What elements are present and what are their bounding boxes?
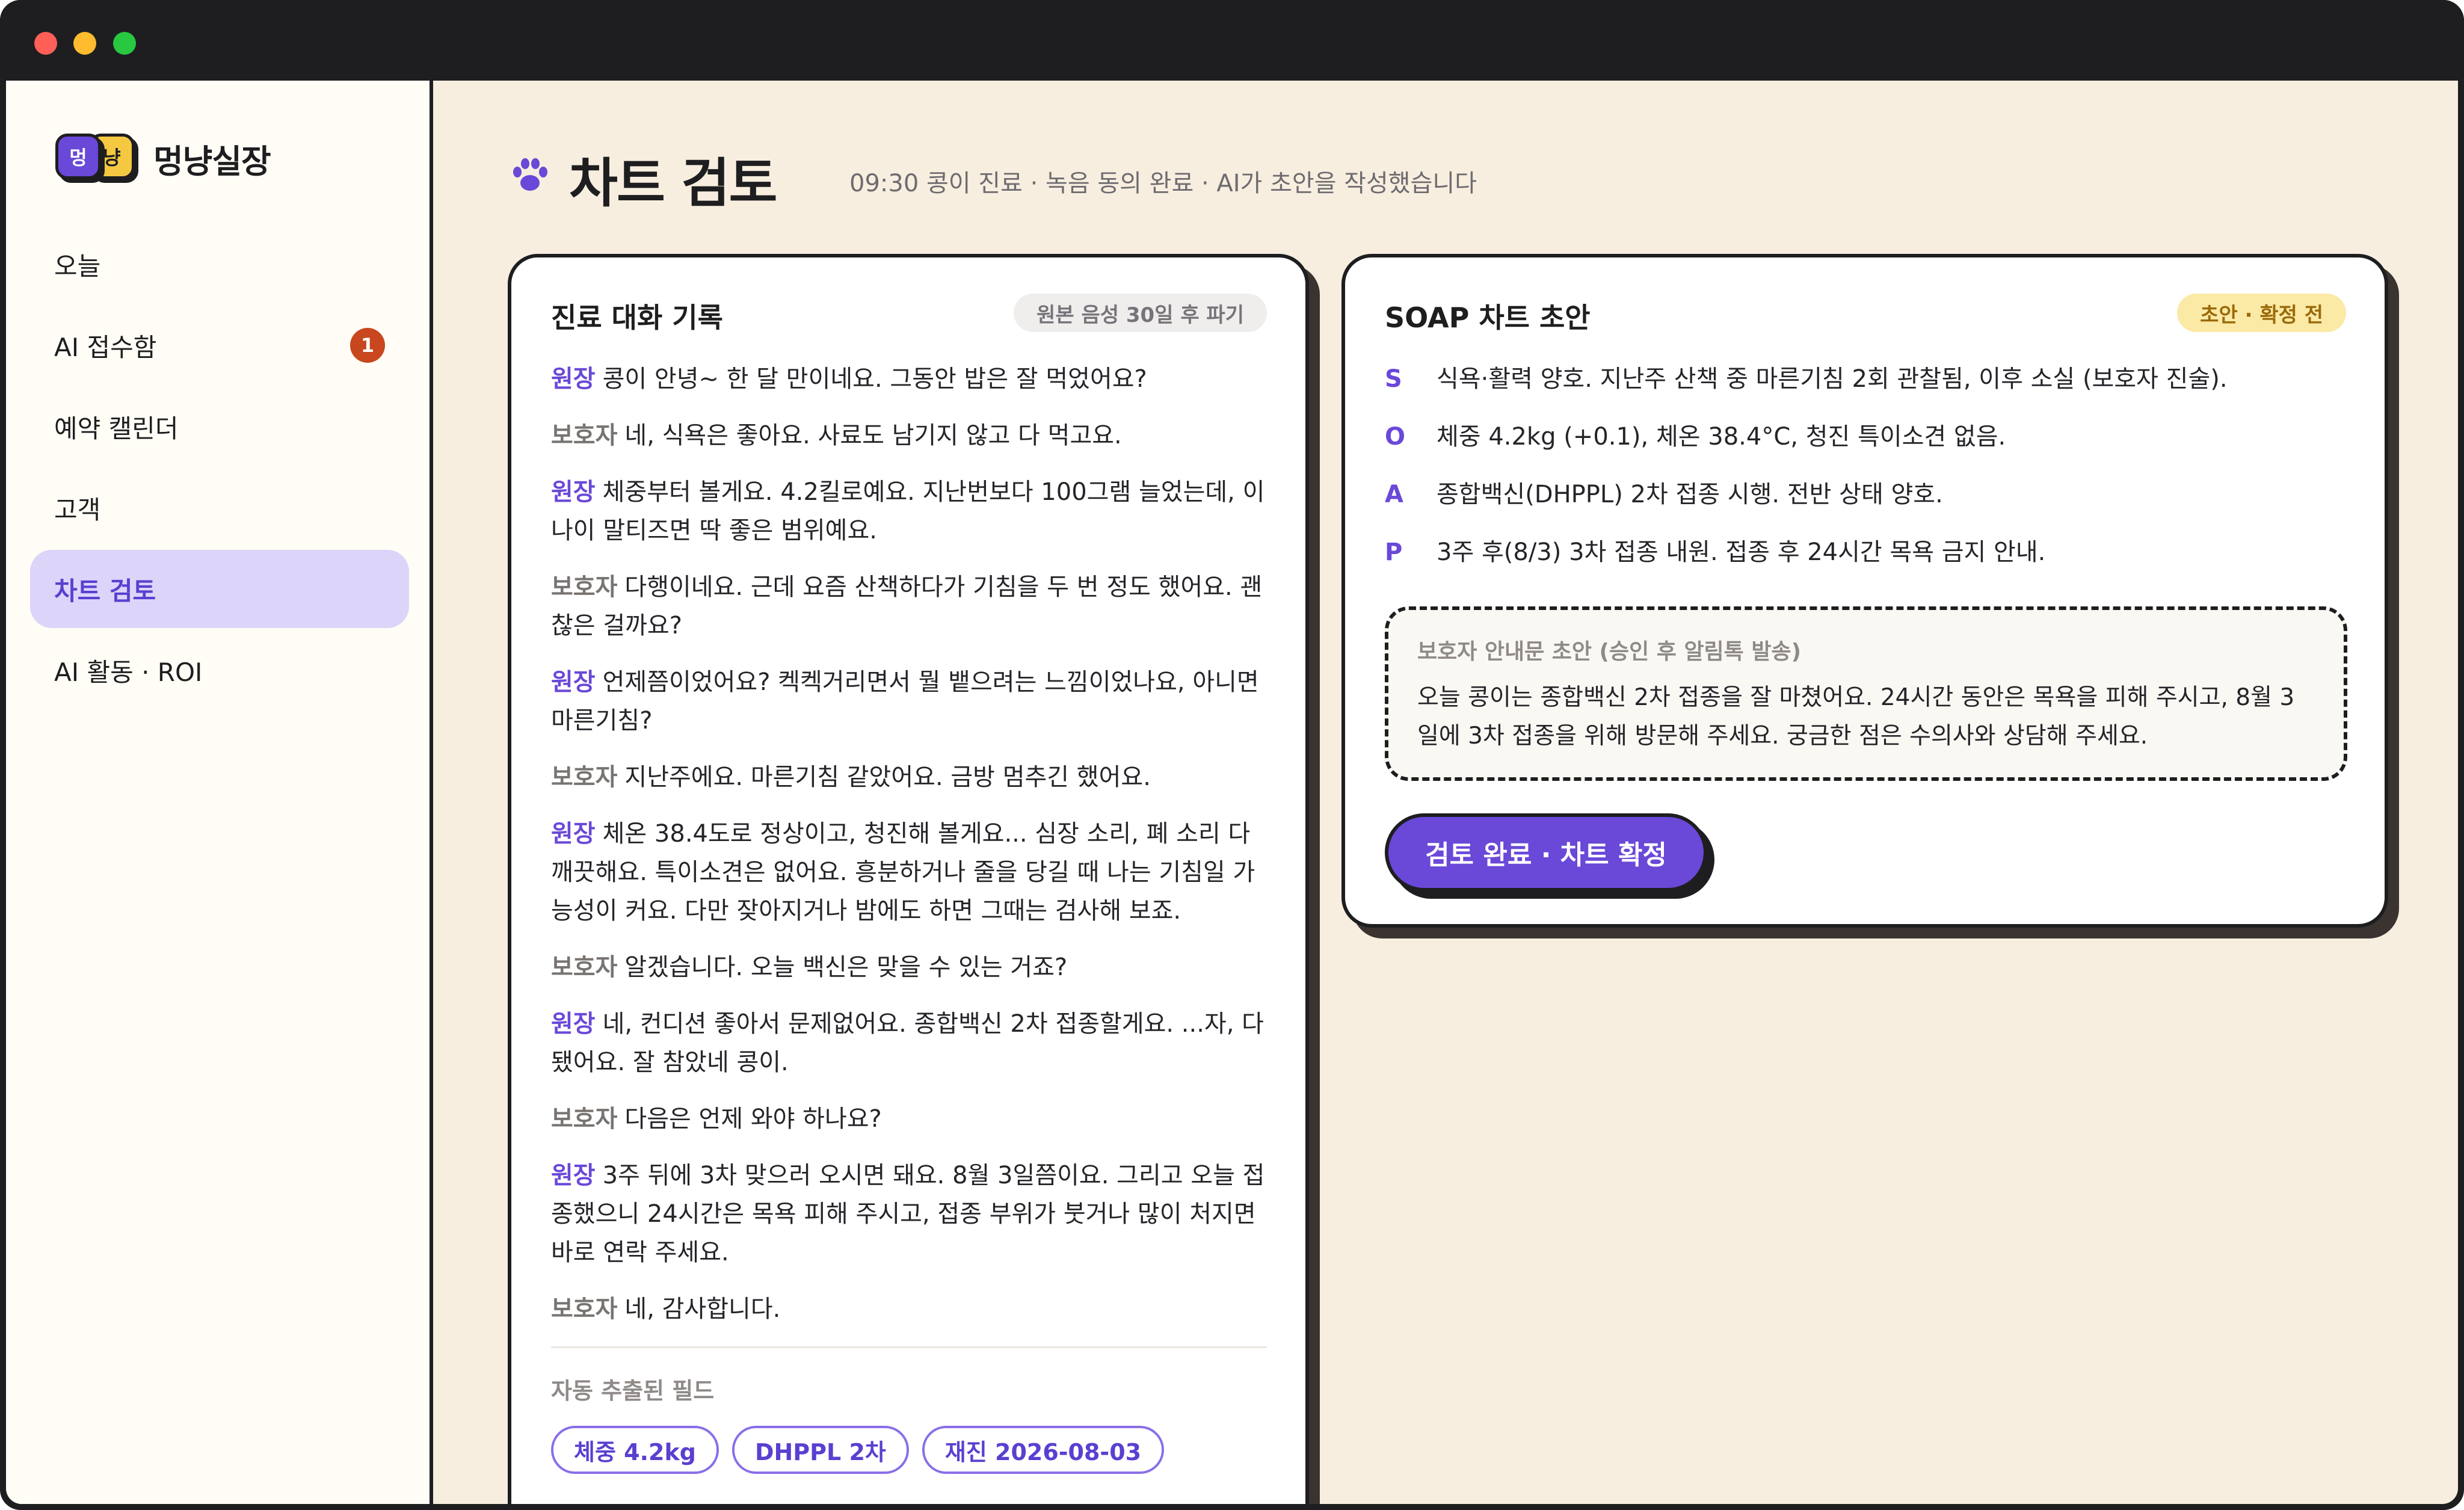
transcript-line: 보호자 지난주에요. 마른기침 같았어요. 금방 멈추긴 했어요. (551, 758, 1267, 797)
tag-weight[interactable]: 체중 4.2kg (551, 1426, 719, 1474)
draft-status-badge: 초안 · 확정 전 (2177, 294, 2346, 332)
sidebar-item-today[interactable]: 오늘 (30, 225, 409, 303)
speaker-label: 원장 (551, 820, 596, 848)
transcript-title: 진료 대화 기록 (551, 301, 723, 334)
sidebar-item-label: 차트 검토 (54, 576, 156, 606)
speaker-label: 보호자 (551, 1105, 618, 1133)
transcript-list: 원장 콩이 안녕~ 한 달 만이네요. 그동안 밥은 잘 먹었어요? 보호자 네, … (551, 360, 1267, 1474)
utterance-text: 체온 38.4도로 정상이고, 청진해 볼게요... 심장 소리, 폐 소리 다… (551, 820, 1255, 925)
transcript-line: 보호자 다행이네요. 근데 요즘 산책하다가 기침을 두 번 정도 했어요. 괜찮… (551, 568, 1267, 645)
sidebar-item-ai-inbox[interactable]: AI 접수함 1 (30, 306, 409, 384)
guardian-notice-label: 보호자 안내문 초안 (승인 후 알림톡 발송) (1417, 639, 1802, 664)
soap-letter: O (1385, 423, 1406, 451)
paw-icon (513, 158, 547, 191)
sidebar-item-chart-review[interactable]: 차트 검토 (30, 550, 409, 628)
speaker-label: 원장 (551, 1010, 596, 1038)
transcript-card: 진료 대화 기록 원본 음성 30일 후 파기 원장 콩이 안녕~ 한 달 만이네… (508, 254, 1309, 1504)
logo-badge-dog: 멍 (55, 134, 101, 179)
speaker-label: 보호자 (551, 1295, 618, 1323)
soap-text: 3주 후(8/3) 3차 접종 내원. 접종 후 24시간 목욕 금지 안내. (1437, 538, 2046, 566)
speaker-label: 원장 (551, 668, 596, 696)
soap-letter: P (1385, 538, 1403, 566)
utterance-text: 언제쯤이었어요? 켁켁거리면서 뭘 뱉으려는 느낌이었나요, 아니면 마른기침? (551, 668, 1259, 735)
utterance-text: 콩이 안녕~ 한 달 만이네요. 그동안 밥은 잘 먹었어요? (602, 365, 1147, 393)
utterance-text: 다음은 언제 와야 하나요? (624, 1105, 882, 1133)
utterance-text: 네, 감사합니다. (624, 1295, 781, 1323)
soap-row-objective: O 체중 4.2kg (+0.1), 체온 38.4°C, 청진 특이소견 없음… (1385, 418, 2353, 456)
utterance-text: 3주 뒤에 3차 맞으러 오시면 돼요. 8월 3일쯤이요. 그리고 오늘 접종… (551, 1162, 1265, 1266)
transcript-line: 보호자 네, 감사합니다. (551, 1290, 1267, 1328)
sidebar-item-label: 오늘 (54, 251, 101, 281)
transcript-line: 보호자 네, 식욕은 좋아요. 사료도 남기지 않고 다 먹고요. (551, 416, 1267, 455)
soap-row-subjective: S 식욕·활력 양호. 지난주 산책 중 마른기침 2회 관찰됨, 이후 소실 … (1385, 360, 2353, 398)
sidebar-item-calendar[interactable]: 예약 캘린더 (30, 387, 409, 466)
extracted-tags: 체중 4.2kg DHPPL 2차 재진 2026-08-03 (551, 1426, 1267, 1474)
soap-text: 종합백신(DHPPL) 2차 접종 시행. 전반 상태 양호. (1437, 481, 1943, 508)
sidebar-item-label: AI 활동 · ROI (54, 657, 203, 687)
speaker-label: 보호자 (551, 573, 618, 601)
tag-revisit[interactable]: 재진 2026-08-03 (922, 1426, 1165, 1474)
soap-title: SOAP 차트 초안 (1385, 301, 1591, 334)
page-title: 차트 검토 (569, 152, 777, 214)
speaker-label: 원장 (551, 365, 596, 393)
page-subtitle: 09:30 콩이 진료 · 녹음 동의 완료 · AI가 초안을 작성했습니다 (849, 170, 1477, 197)
soap-list: S 식욕·활력 양호. 지난주 산책 중 마른기침 2회 관찰됨, 이후 소실 … (1385, 360, 2353, 591)
maximize-window-button[interactable] (113, 32, 136, 55)
transcript-line: 원장 네, 컨디션 좋아서 문제없어요. 종합백신 2차 접종할게요. ...자,… (551, 1005, 1267, 1082)
minimize-window-button[interactable] (73, 32, 96, 55)
sidebar-item-customers[interactable]: 고객 (30, 469, 409, 547)
speaker-label: 보호자 (551, 954, 618, 981)
soap-row-plan: P 3주 후(8/3) 3차 접종 내원. 접종 후 24시간 목욕 금지 안내… (1385, 533, 2353, 572)
speaker-label: 원장 (551, 1162, 596, 1189)
utterance-text: 다행이네요. 근데 요즘 산책하다가 기침을 두 번 정도 했어요. 괜찮은 걸… (551, 573, 1263, 639)
soap-letter: S (1385, 365, 1402, 393)
transcript-line: 원장 체중부터 볼게요. 4.2킬로예요. 지난번보다 100그램 늘었는데, 이… (551, 473, 1267, 550)
soap-text: 식욕·활력 양호. 지난주 산책 중 마른기침 2회 관찰됨, 이후 소실 (보… (1437, 365, 2228, 393)
notification-badge: 1 (350, 328, 385, 363)
sidebar-item-label: AI 접수함 (54, 332, 157, 362)
app-window: 멍 냥 멍냥실장 오늘 AI 접수함 1 예약 캘린더 고객 차트 검토 AI … (0, 0, 2464, 1510)
soap-row-assessment: A 종합백신(DHPPL) 2차 접종 시행. 전반 상태 양호. (1385, 475, 2353, 514)
sidebar-item-label: 고객 (54, 495, 101, 525)
transcript-line: 원장 3주 뒤에 3차 맞으러 오시면 돼요. 8월 3일쯤이요. 그리고 오늘 … (551, 1156, 1267, 1272)
main-area: 차트 검토 09:30 콩이 진료 · 녹음 동의 완료 · AI가 초안을 작… (437, 81, 2458, 1504)
transcript-line: 원장 체온 38.4도로 정상이고, 청진해 볼게요... 심장 소리, 폐 소리… (551, 815, 1267, 930)
title-bar (0, 0, 2464, 81)
guardian-notice-draft[interactable]: 보호자 안내문 초안 (승인 후 알림톡 발송) 오늘 콩이는 종합백신 2차 … (1385, 606, 2347, 781)
soap-text: 체중 4.2kg (+0.1), 체온 38.4°C, 청진 특이소견 없음. (1437, 423, 2006, 451)
soap-letter: A (1385, 481, 1403, 508)
guardian-notice-text: 오늘 콩이는 종합백신 2차 접종을 잘 마쳤어요. 24시간 동안은 목욕을 … (1417, 684, 2295, 750)
extracted-fields-label: 자동 추출된 필드 (551, 1378, 715, 1404)
utterance-text: 네, 컨디션 좋아서 문제없어요. 종합백신 2차 접종할게요. ...자, 다… (551, 1010, 1264, 1076)
sidebar: 멍 냥 멍냥실장 오늘 AI 접수함 1 예약 캘린더 고객 차트 검토 AI … (6, 81, 433, 1504)
speaker-label: 원장 (551, 478, 596, 506)
close-window-button[interactable] (34, 32, 57, 55)
utterance-text: 지난주에요. 마른기침 같았어요. 금방 멈추긴 했어요. (624, 763, 1151, 791)
divider (551, 1346, 1267, 1348)
transcript-line: 보호자 알겠습니다. 오늘 백신은 맞을 수 있는 거죠? (551, 948, 1267, 987)
transcript-line: 원장 언제쯤이었어요? 켁켁거리면서 뭘 뱉으려는 느낌이었나요, 아니면 마른기… (551, 663, 1267, 740)
utterance-text: 알겠습니다. 오늘 백신은 맞을 수 있는 거죠? (624, 954, 1068, 981)
soap-card: SOAP 차트 초안 초안 · 확정 전 S 식욕·활력 양호. 지난주 산책 … (1341, 254, 2388, 928)
sidebar-item-ai-activity[interactable]: AI 활동 · ROI (30, 631, 409, 709)
confirm-chart-button[interactable]: 검토 완료 · 차트 확정 (1385, 813, 1707, 892)
sidebar-nav: 오늘 AI 접수함 1 예약 캘린더 고객 차트 검토 AI 활동 · ROI (30, 225, 409, 712)
transcript-line: 보호자 다음은 언제 와야 하나요? (551, 1100, 1267, 1138)
utterance-text: 체중부터 볼게요. 4.2킬로예요. 지난번보다 100그램 늘었는데, 이 나… (551, 478, 1265, 544)
tag-vaccine[interactable]: DHPPL 2차 (732, 1426, 909, 1474)
retention-badge: 원본 음성 30일 후 파기 (1014, 294, 1267, 332)
sidebar-item-label: 예약 캘린더 (54, 413, 179, 443)
app-name: 멍냥실장 (153, 143, 271, 180)
app-content: 멍 냥 멍냥실장 오늘 AI 접수함 1 예약 캘린더 고객 차트 검토 AI … (6, 81, 2458, 1504)
speaker-label: 보호자 (551, 763, 618, 791)
speaker-label: 보호자 (551, 422, 618, 449)
transcript-line: 원장 콩이 안녕~ 한 달 만이네요. 그동안 밥은 잘 먹었어요? (551, 360, 1267, 398)
utterance-text: 네, 식욕은 좋아요. 사료도 남기지 않고 다 먹고요. (624, 422, 1122, 449)
